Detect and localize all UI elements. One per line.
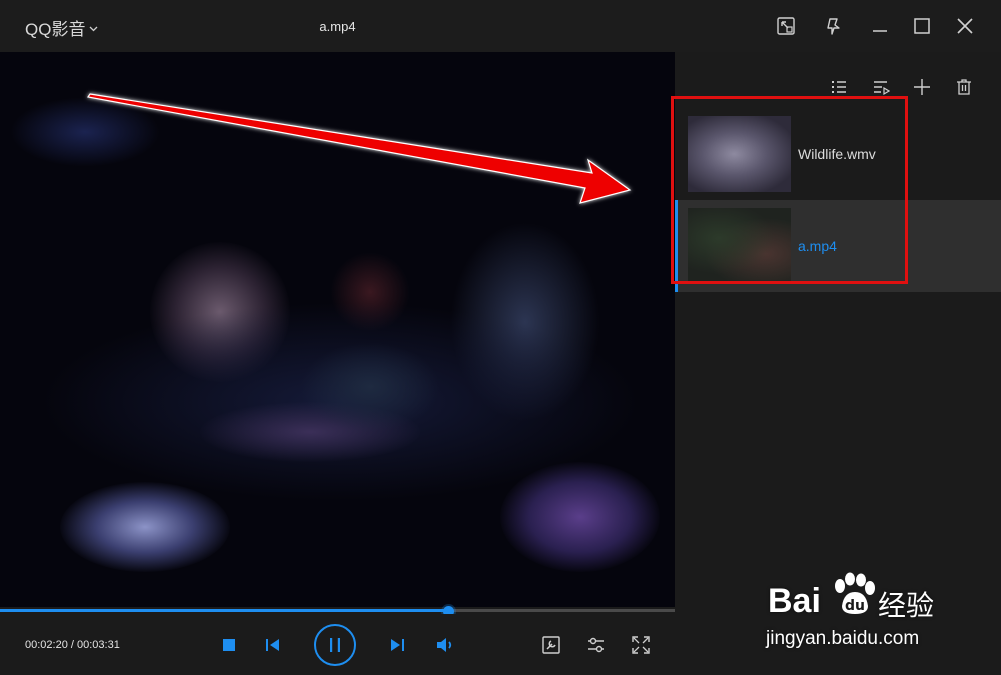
skip-previous-icon bbox=[266, 639, 279, 651]
watermark-brand-right: 经验 bbox=[878, 589, 935, 622]
pause-icon bbox=[330, 638, 340, 652]
skip-next-icon bbox=[391, 639, 404, 651]
seek-bar[interactable] bbox=[0, 606, 675, 617]
plus-icon bbox=[914, 79, 930, 95]
fullscreen-button[interactable] bbox=[630, 634, 652, 656]
window-title: a.mp4 bbox=[319, 19, 356, 34]
time-display: 00:02:20 / 00:03:31 bbox=[25, 639, 120, 651]
seek-progress-fill bbox=[0, 609, 448, 612]
close-button[interactable] bbox=[951, 12, 979, 40]
play-order-button[interactable] bbox=[870, 76, 892, 98]
minimize-button[interactable] bbox=[866, 12, 894, 40]
svg-text:du: du bbox=[845, 598, 865, 614]
list-view-button[interactable] bbox=[828, 76, 850, 98]
fullscreen-icon bbox=[632, 636, 650, 654]
equalizer-settings-icon bbox=[588, 637, 604, 653]
watermark-url: jingyan.baidu.com bbox=[766, 628, 920, 649]
mini-mode-button[interactable] bbox=[772, 12, 800, 40]
maximize-button[interactable] bbox=[908, 12, 936, 40]
toolbox-icon bbox=[542, 636, 560, 654]
delete-button[interactable] bbox=[953, 76, 975, 98]
title-bar: QQ影音 a.mp4 bbox=[0, 0, 1001, 52]
minimize-icon bbox=[873, 30, 887, 32]
maximize-icon bbox=[914, 18, 930, 34]
video-blur-region bbox=[60, 482, 230, 572]
video-frame[interactable] bbox=[0, 52, 675, 607]
qq-player-window: QQ影音 a.mp4 00:02:20 / 00:03:31 Wildlife.… bbox=[0, 0, 1001, 675]
annotation-highlight-box bbox=[671, 96, 908, 284]
playlist-play-icon bbox=[874, 81, 890, 96]
toolbox-button[interactable] bbox=[540, 634, 562, 656]
next-button[interactable] bbox=[387, 635, 407, 655]
list-icon bbox=[832, 81, 846, 93]
pin-button[interactable] bbox=[820, 12, 848, 40]
volume-button[interactable] bbox=[435, 635, 457, 655]
video-blur-region bbox=[10, 97, 160, 167]
paw-logo-icon: du bbox=[835, 572, 875, 614]
baidu-jingyan-watermark: Bai du 经验 jingyan.baidu.com bbox=[760, 568, 960, 658]
stop-button[interactable] bbox=[219, 635, 239, 655]
control-bar: 00:02:20 / 00:03:31 bbox=[0, 614, 675, 675]
trash-icon bbox=[957, 79, 971, 95]
pause-button[interactable] bbox=[314, 624, 356, 666]
pin-icon bbox=[827, 18, 840, 35]
close-icon bbox=[957, 18, 973, 34]
watermark-brand-left: Bai bbox=[768, 582, 821, 620]
stop-icon bbox=[223, 639, 235, 651]
add-file-button[interactable] bbox=[911, 76, 933, 98]
previous-button[interactable] bbox=[263, 635, 283, 655]
video-blur-region bbox=[300, 342, 440, 432]
volume-icon bbox=[437, 638, 452, 652]
mini-mode-icon bbox=[777, 17, 795, 35]
settings-button[interactable] bbox=[585, 634, 607, 656]
video-blur-region bbox=[500, 462, 660, 572]
